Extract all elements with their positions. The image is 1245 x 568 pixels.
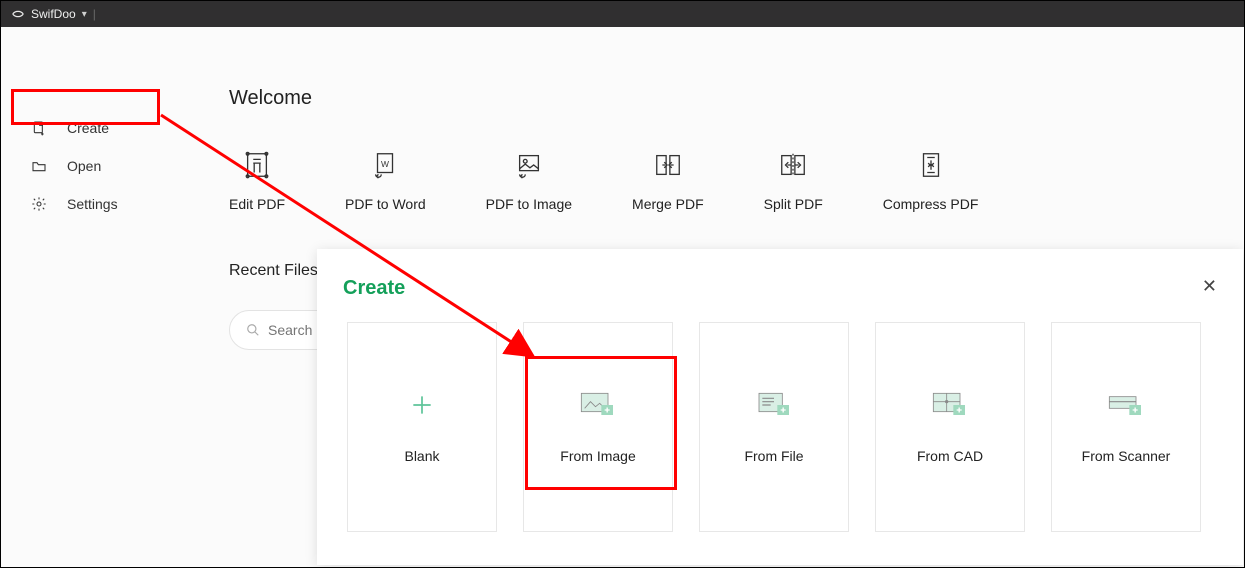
- create-card-label: From CAD: [917, 448, 983, 464]
- image-plus-icon: [578, 390, 618, 420]
- action-label: Merge PDF: [632, 196, 704, 212]
- quick-actions: Edit PDF W PDF to Word PD: [229, 150, 1244, 212]
- create-card-from-cad[interactable]: From CAD: [875, 322, 1025, 532]
- action-split-pdf[interactable]: Split PDF: [764, 150, 823, 212]
- edit-pdf-icon: [242, 150, 272, 180]
- search-icon: [246, 323, 260, 337]
- folder-icon: [31, 158, 47, 174]
- action-pdf-to-word[interactable]: W PDF to Word: [345, 150, 426, 212]
- create-card-from-scanner[interactable]: From Scanner: [1051, 322, 1201, 532]
- action-label: Compress PDF: [883, 196, 979, 212]
- create-card-label: From File: [744, 448, 803, 464]
- action-label: PDF to Image: [486, 196, 572, 212]
- action-label: PDF to Word: [345, 196, 426, 212]
- pdf-to-image-icon: [514, 150, 544, 180]
- file-plus-icon: [754, 390, 794, 420]
- sidebar-item-create[interactable]: Create: [1, 109, 201, 147]
- create-card-label: From Scanner: [1082, 448, 1171, 464]
- create-panel: Create ✕ Blank From Image: [317, 249, 1243, 565]
- action-label: Edit PDF: [229, 196, 285, 212]
- svg-text:W: W: [381, 159, 389, 169]
- action-merge-pdf[interactable]: Merge PDF: [632, 150, 704, 212]
- split-pdf-icon: [778, 150, 808, 180]
- app-menu-caret-icon[interactable]: ▾: [82, 9, 87, 20]
- sidebar-item-label: Create: [67, 120, 109, 136]
- titlebar: SwifDoo ▾ |: [1, 1, 1244, 27]
- action-pdf-to-image[interactable]: PDF to Image: [486, 150, 572, 212]
- app-logo-icon: [11, 7, 25, 21]
- app-name: SwifDoo: [31, 7, 76, 21]
- sidebar: Create Open Settings: [1, 27, 201, 567]
- pdf-to-word-icon: W: [370, 150, 400, 180]
- sidebar-item-label: Settings: [67, 196, 118, 212]
- create-card-from-file[interactable]: From File: [699, 322, 849, 532]
- close-icon[interactable]: ✕: [1202, 277, 1217, 295]
- cad-plus-icon: [930, 390, 970, 420]
- create-card-blank[interactable]: Blank: [347, 322, 497, 532]
- sidebar-item-settings[interactable]: Settings: [1, 185, 201, 223]
- create-card-label: From Image: [560, 448, 635, 464]
- create-icon: [31, 120, 47, 136]
- sidebar-item-label: Open: [67, 158, 101, 174]
- action-label: Split PDF: [764, 196, 823, 212]
- titlebar-divider: |: [93, 7, 96, 21]
- action-edit-pdf[interactable]: Edit PDF: [229, 150, 285, 212]
- action-compress-pdf[interactable]: Compress PDF: [883, 150, 979, 212]
- plus-icon: [402, 390, 442, 420]
- create-panel-title: Create: [343, 277, 405, 300]
- gear-icon: [31, 196, 47, 212]
- merge-pdf-icon: [653, 150, 683, 180]
- compress-pdf-icon: [916, 150, 946, 180]
- create-card-label: Blank: [404, 448, 439, 464]
- create-card-from-image[interactable]: From Image: [523, 322, 673, 532]
- scanner-plus-icon: [1106, 390, 1146, 420]
- page-title: Welcome: [229, 87, 1244, 110]
- sidebar-item-open[interactable]: Open: [1, 147, 201, 185]
